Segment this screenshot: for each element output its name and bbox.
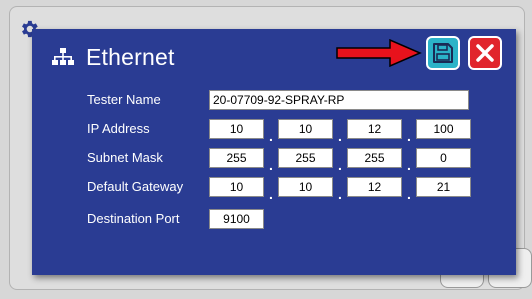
octet-separator: . — [338, 157, 342, 173]
subnet-mask-octet-4[interactable]: 0 — [416, 148, 471, 168]
ip-address-octet-1[interactable]: 10 — [209, 119, 264, 139]
octet-separator: . — [407, 186, 411, 202]
octet-separator: . — [338, 128, 342, 144]
subnet-mask-octet-3[interactable]: 255 — [347, 148, 402, 168]
tester-name-field[interactable]: 20-07709-92-SPRAY-RP — [209, 90, 469, 110]
ip-address-octet-4[interactable]: 100 — [416, 119, 471, 139]
dialog-header: Ethernet — [52, 44, 175, 70]
octet-separator: . — [407, 157, 411, 173]
ip-address-label: IP Address — [87, 121, 150, 136]
octet-separator: . — [407, 128, 411, 144]
save-button[interactable] — [426, 36, 460, 70]
octet-separator: . — [269, 157, 273, 173]
ip-address-octet-3[interactable]: 12 — [347, 119, 402, 139]
default-gateway-label: Default Gateway — [87, 179, 184, 194]
destination-port-field[interactable]: 9100 — [209, 209, 264, 229]
save-icon — [433, 43, 453, 63]
ethernet-dialog: Ethernet Tester Name 20-07709-92-SPRAY-R… — [32, 29, 516, 275]
default-gateway-octet-4[interactable]: 21 — [416, 177, 471, 197]
close-button[interactable] — [468, 36, 502, 70]
default-gateway-octet-2[interactable]: 10 — [278, 177, 333, 197]
tester-name-label: Tester Name — [87, 92, 161, 107]
arrow-icon — [336, 39, 422, 67]
subnet-mask-label: Subnet Mask — [87, 150, 163, 165]
ip-address-octet-2[interactable]: 10 — [278, 119, 333, 139]
destination-port-label: Destination Port — [87, 211, 180, 226]
default-gateway-octet-3[interactable]: 12 — [347, 177, 402, 197]
octet-separator: . — [269, 128, 273, 144]
network-icon — [52, 48, 74, 65]
octet-separator: . — [269, 186, 273, 202]
dialog-title: Ethernet — [86, 43, 175, 70]
default-gateway-octet-1[interactable]: 10 — [209, 177, 264, 197]
octet-separator: . — [338, 186, 342, 202]
subnet-mask-octet-2[interactable]: 255 — [278, 148, 333, 168]
subnet-mask-octet-1[interactable]: 255 — [209, 148, 264, 168]
close-icon — [476, 44, 494, 62]
